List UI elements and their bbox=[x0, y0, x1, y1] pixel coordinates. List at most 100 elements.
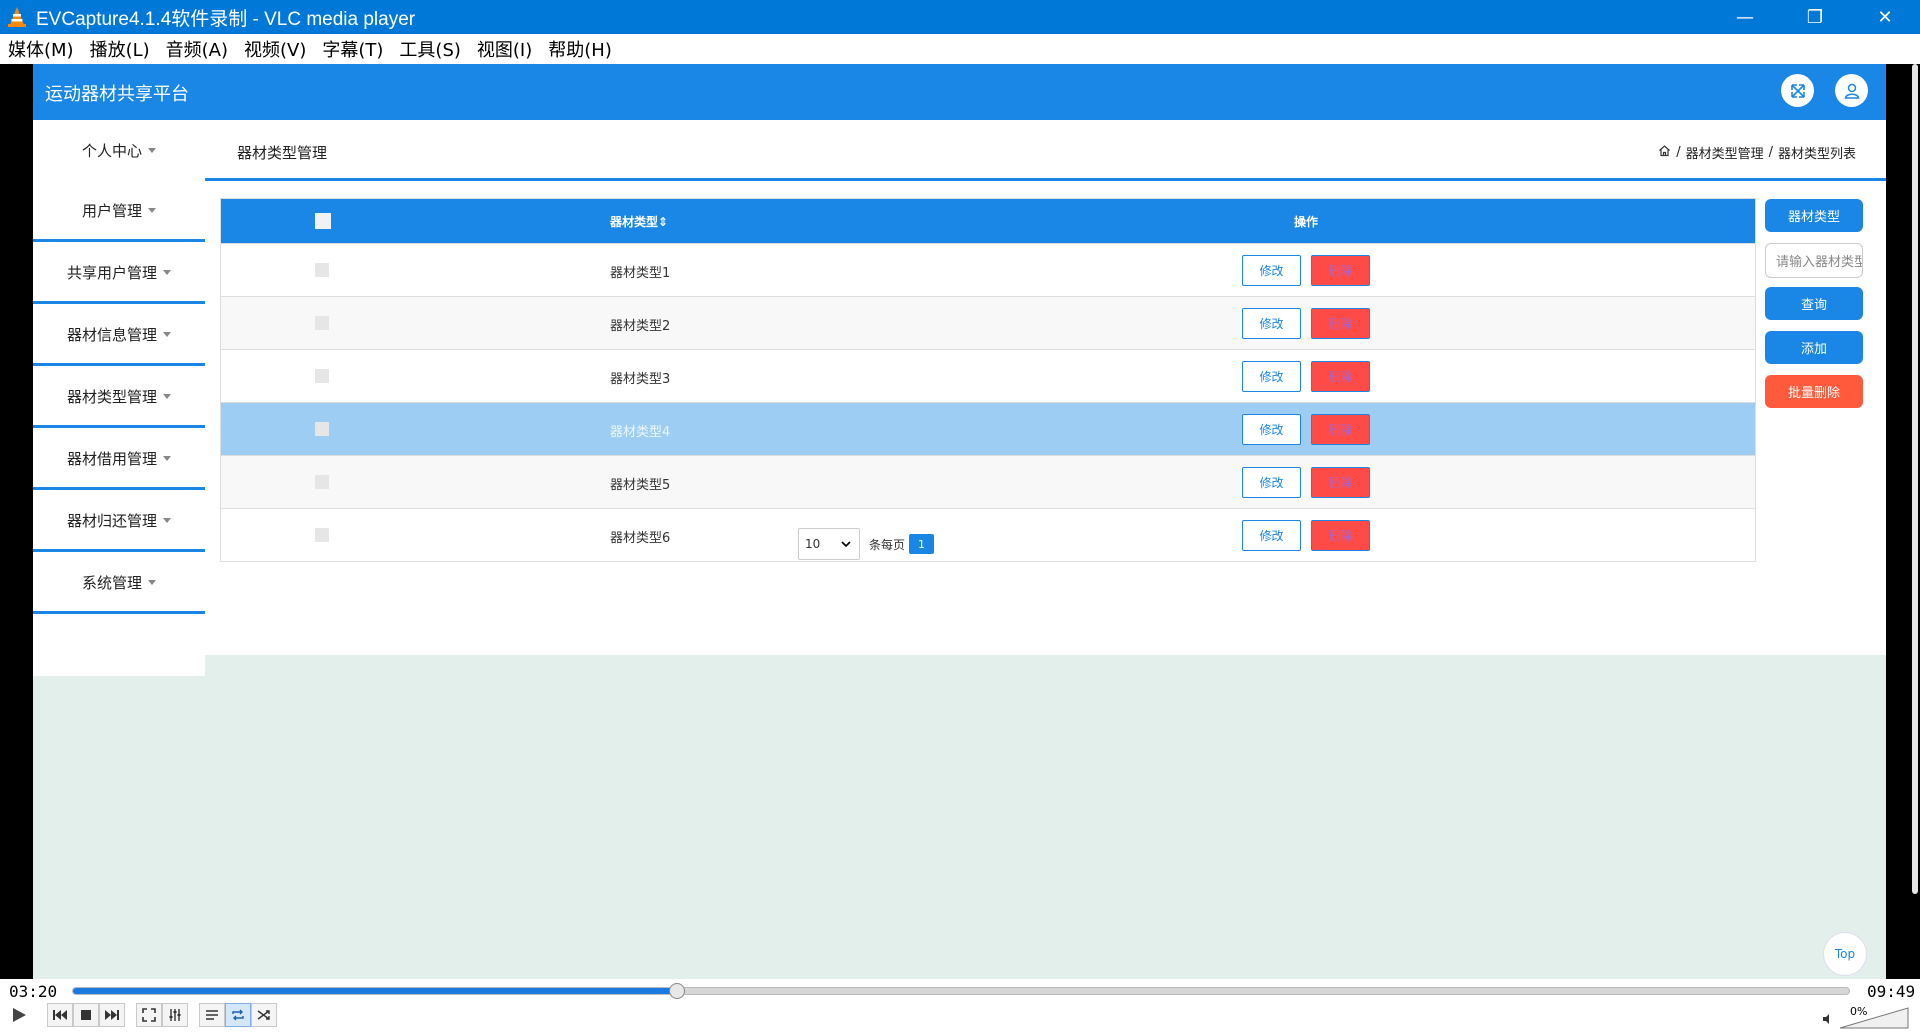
window-title: EVCapture4.1.4软件录制 - VLC media player bbox=[36, 8, 416, 30]
loop-button[interactable] bbox=[225, 1003, 251, 1027]
pagination: 10 条每页 1 bbox=[798, 528, 935, 560]
query-button[interactable]: 查询 bbox=[1765, 287, 1863, 320]
search-input[interactable]: 请输入器材类型 bbox=[1765, 243, 1863, 278]
scrollbar[interactable] bbox=[1912, 64, 1918, 894]
next-button[interactable] bbox=[99, 1003, 125, 1027]
edit-button[interactable]: 修改 bbox=[1242, 414, 1301, 445]
sidebar-item-users[interactable]: 用户管理 bbox=[33, 182, 205, 242]
seek-knob[interactable] bbox=[668, 983, 685, 999]
edit-button[interactable]: 修改 bbox=[1242, 467, 1301, 498]
table-row[interactable]: 器材类型3 修改 删除 bbox=[221, 349, 1755, 402]
stop-icon bbox=[81, 1010, 91, 1020]
caret-down-icon bbox=[163, 456, 171, 461]
edit-button[interactable]: 修改 bbox=[1242, 308, 1301, 339]
seek-bar-fill bbox=[73, 988, 677, 994]
caret-down-icon bbox=[148, 147, 156, 153]
sidebar-item-shared-users[interactable]: 共享用户管理 bbox=[33, 244, 205, 304]
sidebar-item-label: 器材类型管理 bbox=[66, 388, 157, 406]
player-controls: 03:20 09:49 0% bbox=[0, 979, 1920, 1034]
equipment-type-table: 器材类型⇕ 操作 器材类型1 修改 删除 器材类型2 修改 删除 器材类型3 修… bbox=[220, 198, 1756, 562]
sidebar-item-personal-center[interactable]: 个人中心 bbox=[33, 120, 205, 180]
menu-help[interactable]: 帮助(H) bbox=[548, 36, 612, 62]
content-header: 器材类型管理 / 器材类型管理 / 器材类型列表 bbox=[205, 120, 1886, 181]
delete-button[interactable]: 删除 bbox=[1311, 467, 1370, 498]
page-title: 器材类型管理 bbox=[237, 144, 328, 162]
row-checkbox[interactable] bbox=[315, 422, 329, 436]
edit-button[interactable]: 修改 bbox=[1242, 255, 1301, 286]
sidebar-item-equipment-info[interactable]: 器材信息管理 bbox=[33, 306, 205, 366]
speaker-icon[interactable] bbox=[1822, 1010, 1834, 1029]
row-checkbox[interactable] bbox=[315, 316, 329, 330]
sort-icon[interactable]: ⇕ bbox=[658, 215, 668, 229]
row-checkbox[interactable] bbox=[315, 475, 329, 489]
table-row-selected[interactable]: 器材类型4 修改 删除 bbox=[221, 402, 1755, 455]
column-header-type[interactable]: 器材类型⇕ bbox=[610, 213, 668, 230]
delete-button[interactable]: 删除 bbox=[1311, 414, 1370, 445]
close-button[interactable]: ✕ bbox=[1850, 0, 1920, 34]
page-number-current[interactable]: 1 bbox=[909, 534, 935, 554]
menu-video[interactable]: 视频(V) bbox=[244, 36, 306, 62]
site-brand: 运动器材共享平台 bbox=[45, 84, 189, 105]
sidebar-item-equipment-type[interactable]: 器材类型管理 bbox=[33, 368, 205, 428]
delete-button[interactable]: 删除 bbox=[1311, 255, 1370, 286]
stop-button[interactable] bbox=[73, 1003, 99, 1027]
edit-button[interactable]: 修改 bbox=[1242, 361, 1301, 392]
batch-delete-button[interactable]: 批量删除 bbox=[1765, 375, 1863, 408]
seek-bar[interactable] bbox=[72, 983, 1850, 999]
row-checkbox[interactable] bbox=[315, 263, 329, 277]
row-checkbox[interactable] bbox=[315, 528, 329, 542]
play-button[interactable] bbox=[4, 1003, 34, 1027]
table-row[interactable]: 器材类型5 修改 删除 bbox=[221, 455, 1755, 508]
select-all-checkbox[interactable] bbox=[315, 213, 331, 229]
menu-media[interactable]: 媒体(M) bbox=[8, 36, 74, 62]
breadcrumb-item[interactable]: 器材类型管理 bbox=[1686, 143, 1764, 162]
previous-icon bbox=[53, 1010, 67, 1020]
sidebar-item-system[interactable]: 系统管理 bbox=[33, 554, 205, 614]
sidebar-item-equipment-return[interactable]: 器材归还管理 bbox=[33, 492, 205, 552]
caret-down-icon bbox=[163, 332, 171, 337]
menu-audio[interactable]: 音频(A) bbox=[166, 36, 228, 62]
previous-button[interactable] bbox=[47, 1003, 73, 1027]
back-to-top-button[interactable]: Top bbox=[1823, 932, 1867, 976]
user-icon[interactable] bbox=[1835, 74, 1868, 107]
menu-playback[interactable]: 播放(L) bbox=[90, 36, 150, 62]
video-area[interactable]: 运动器材共享平台 个人中心 用户管理 共享用户管理 器材信息管理 器材类型管理 … bbox=[0, 64, 1920, 979]
delete-button[interactable]: 删除 bbox=[1311, 520, 1370, 551]
delete-button[interactable]: 删除 bbox=[1311, 308, 1370, 339]
delete-button[interactable]: 删除 bbox=[1311, 361, 1370, 392]
caret-down-icon bbox=[163, 394, 171, 399]
edit-button[interactable]: 修改 bbox=[1242, 520, 1301, 551]
title-bar: EVCapture4.1.4软件录制 - VLC media player — … bbox=[0, 0, 1920, 34]
table-row[interactable]: 器材类型6 修改 删除 bbox=[221, 508, 1755, 561]
volume-slider[interactable] bbox=[1838, 1007, 1910, 1029]
extended-settings-button[interactable] bbox=[162, 1003, 188, 1027]
row-checkbox[interactable] bbox=[315, 369, 329, 383]
menu-tools[interactable]: 工具(S) bbox=[399, 36, 460, 62]
menu-subtitle[interactable]: 字幕(T) bbox=[322, 36, 383, 62]
site-header: 运动器材共享平台 bbox=[33, 64, 1886, 120]
sidebar-item-equipment-borrow[interactable]: 器材借用管理 bbox=[33, 430, 205, 490]
elapsed-time: 03:20 bbox=[9, 982, 58, 1001]
sidebar: 个人中心 用户管理 共享用户管理 器材信息管理 器材类型管理 器材借用管理 器材… bbox=[33, 120, 205, 676]
page-size-select[interactable]: 10 bbox=[798, 528, 860, 560]
vlc-window: EVCapture4.1.4软件录制 - VLC media player — … bbox=[0, 0, 1920, 1034]
caret-down-icon bbox=[148, 208, 156, 213]
row-type: 器材类型5 bbox=[610, 478, 671, 493]
caret-down-icon bbox=[148, 580, 156, 585]
expand-icon[interactable] bbox=[1781, 74, 1814, 107]
home-icon[interactable] bbox=[1658, 144, 1671, 161]
menu-view[interactable]: 视图(I) bbox=[477, 36, 532, 62]
row-type: 器材类型3 bbox=[610, 372, 671, 387]
table-row[interactable]: 器材类型1 修改 删除 bbox=[221, 243, 1755, 296]
shuffle-icon bbox=[257, 1010, 270, 1020]
shuffle-button[interactable] bbox=[251, 1003, 277, 1027]
fullscreen-button[interactable] bbox=[136, 1003, 162, 1027]
add-button[interactable]: 添加 bbox=[1765, 331, 1863, 364]
minimize-button[interactable]: — bbox=[1710, 0, 1780, 34]
column-header-ops: 操作 bbox=[1294, 215, 1319, 229]
restore-button[interactable]: ❐ bbox=[1780, 0, 1850, 34]
table-row[interactable]: 器材类型2 修改 删除 bbox=[221, 296, 1755, 349]
playlist-button[interactable] bbox=[199, 1003, 225, 1027]
row-type: 器材类型2 bbox=[610, 319, 671, 334]
main-content: 器材类型⇕ 操作 器材类型1 修改 删除 器材类型2 修改 删除 器材类型3 修… bbox=[205, 181, 1886, 655]
